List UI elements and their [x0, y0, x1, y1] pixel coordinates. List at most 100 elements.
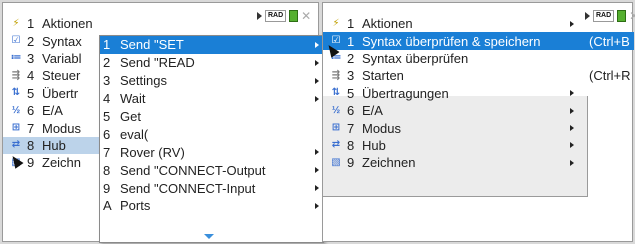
- menu-item-number: 5: [347, 85, 355, 101]
- variables-icon: ≔: [10, 52, 22, 64]
- submenu-arrow-icon: [570, 20, 574, 27]
- menu-item-syntax[interactable]: ☑ 2 Syntax: [3, 32, 99, 49]
- submenu-item[interactable]: 9 Send "CONNECT-Input: [100, 179, 323, 197]
- lightning-icon: ⚡: [12, 17, 20, 29]
- main-menu: ⚡ 1 Aktionen ☑ 1 Syntax überprüfen & speicher…: [323, 15, 634, 172]
- menu-item-number: 1: [347, 16, 355, 32]
- menu-item-label: Zeichn: [42, 155, 82, 171]
- menu-item-label: E/A: [362, 103, 383, 119]
- submenu-arrow-icon: [315, 77, 319, 84]
- hub-icon: ⇄: [331, 139, 341, 151]
- submenu-item-label: Wait: [120, 91, 146, 107]
- menu-item[interactable]: ▧ 9 Zeichnen: [323, 154, 588, 171]
- menu-item-label: Syntax: [42, 33, 82, 49]
- menu-item-label: Syntax überprüfen & speichern: [362, 33, 541, 49]
- menu-item-number: 1: [27, 16, 35, 32]
- draw-icon: ▧: [331, 156, 341, 168]
- io-icon: ½: [331, 104, 341, 116]
- menu-item[interactable]: ⇅ 5 Übertragungen: [323, 85, 588, 102]
- keyboard-shortcut: (Ctrl+B: [589, 33, 630, 49]
- submenu-item-number: 8: [103, 162, 111, 178]
- submenu-item[interactable]: 5 Get: [100, 108, 323, 126]
- submenu-item-number: 9: [103, 180, 111, 196]
- submenu-arrow-icon: [570, 159, 574, 166]
- menu-item-label: Modus: [42, 120, 82, 136]
- submenu-arrow-icon: [315, 149, 319, 156]
- submenu-item[interactable]: 6 eval(: [100, 125, 323, 143]
- submenu-arrow-icon: [315, 202, 319, 209]
- control-icon: ⇶: [331, 69, 341, 81]
- submenu-arrow-icon: [315, 185, 319, 192]
- check-icon: ☑: [11, 35, 21, 47]
- menu-item-number: 4: [27, 68, 35, 84]
- submenu-arrow-icon: [315, 95, 319, 102]
- submenu-item-number: 2: [103, 55, 111, 71]
- transfer-icon: ⇅: [331, 87, 341, 99]
- submenu-item-label: Settings: [120, 73, 167, 89]
- submenu-item[interactable]: 3 Settings: [100, 72, 323, 90]
- submenu-arrow-icon: [315, 167, 319, 174]
- menu-item-number: 8: [27, 137, 35, 153]
- close-icon[interactable]: ✕: [301, 10, 311, 22]
- submenu-item-label: Send "CONNECT-Output: [120, 162, 266, 178]
- scroll-down-icon[interactable]: [204, 234, 214, 239]
- menu-item[interactable]: ⚡ 1 Aktionen: [323, 15, 634, 32]
- hub-submenu: 1 Send "SET 2 Send "READ 3 Settings 4 Wait 5 Get 6…: [99, 35, 324, 243]
- submenu-item[interactable]: 4 Wait: [100, 90, 323, 108]
- menu-item[interactable]: ½ 6 E/A: [323, 102, 588, 119]
- submenu-arrow-icon: [570, 142, 574, 149]
- menu-item-number: 3: [27, 50, 35, 66]
- submenu-item[interactable]: 1 Send "SET: [100, 36, 323, 54]
- angle-mode-badge: RAD: [265, 10, 287, 22]
- submenu-item-label: Rover (RV): [120, 144, 185, 160]
- submenu-item-label: Send "READ: [120, 55, 195, 71]
- menu-item-hub[interactable]: ⇄ 8 Hub: [3, 136, 99, 155]
- menu-item-aktionen[interactable]: ⚡ 1 Aktionen: [3, 15, 99, 32]
- menu-item-number: 9: [27, 155, 35, 171]
- menu-item-number: 9: [347, 155, 355, 171]
- menu-item-label: Aktionen: [42, 16, 93, 32]
- menu-item-steuer[interactable]: ⇶ 4 Steuer: [3, 67, 99, 84]
- submenu-arrow-icon: [315, 59, 319, 66]
- menu-item[interactable]: ⇶ 3 Starten (Ctrl+R: [323, 67, 634, 84]
- menu-item-label: Starten: [362, 68, 404, 84]
- menu-item[interactable]: ⊞ 7 Modus: [323, 119, 588, 136]
- menu-item[interactable]: ⇄ 8 Hub: [323, 137, 588, 154]
- submenu-item[interactable]: 2 Send "READ: [100, 54, 323, 72]
- menu-item[interactable]: ≔ 2 Syntax überprüfen: [323, 50, 634, 67]
- submenu-arrow-icon: [570, 107, 574, 114]
- menu-item-label: Hub: [42, 137, 66, 153]
- submenu-item-number: A: [103, 198, 112, 214]
- submenu-item-label: eval(: [120, 126, 149, 142]
- menu-item-modus[interactable]: ⊞ 7 Modus: [3, 119, 99, 136]
- menu-item-label: Übertragungen: [362, 85, 449, 101]
- submenu-item[interactable]: 8 Send "CONNECT-Output: [100, 161, 323, 179]
- submenu-item-number: 4: [103, 91, 111, 107]
- menu-item-variabl[interactable]: ≔ 3 Variabl: [3, 50, 99, 67]
- menu-item-e-a[interactable]: ½ 6 E/A: [3, 102, 99, 119]
- hub-icon: ⇄: [11, 139, 21, 151]
- menu-item-label: Variabl: [42, 50, 82, 66]
- submenu-arrow-icon: [570, 90, 574, 97]
- menu-item-number: 7: [27, 120, 35, 136]
- submenu-arrow-icon: [570, 125, 574, 132]
- menu-item-label: E/A: [42, 103, 63, 119]
- menu-item-number: 5: [27, 85, 35, 101]
- submenu-item[interactable]: A Ports: [100, 197, 323, 215]
- menu-item-number: 8: [347, 137, 355, 153]
- menu-item-number: 2: [27, 33, 35, 49]
- submenu-item-number: 6: [103, 126, 111, 142]
- submenu-item[interactable]: 7 Rover (RV): [100, 143, 323, 161]
- menu-item-label: Steuer: [42, 68, 81, 84]
- menu-item-label: Aktionen: [362, 16, 413, 32]
- lightning-icon: ⚡: [332, 17, 340, 29]
- menu-item-label: Übertr: [42, 85, 79, 101]
- transfer-icon: ⇅: [11, 87, 21, 99]
- io-icon: ½: [11, 104, 21, 116]
- menu-item[interactable]: ☑ 1 Syntax überprüfen & speichern (Ctrl+B: [323, 32, 634, 50]
- right-screen: RAD ✕ ⚡ 1 Aktionen ☑ 1 Syntax überprüfen & sp…: [322, 2, 635, 242]
- menu-item-übertr[interactable]: ⇅ 5 Übertr: [3, 85, 99, 102]
- submenu-item-number: 1: [103, 37, 111, 53]
- keyboard-shortcut: (Ctrl+R: [589, 68, 631, 84]
- submenu-item-label: Send "CONNECT-Input: [120, 180, 256, 196]
